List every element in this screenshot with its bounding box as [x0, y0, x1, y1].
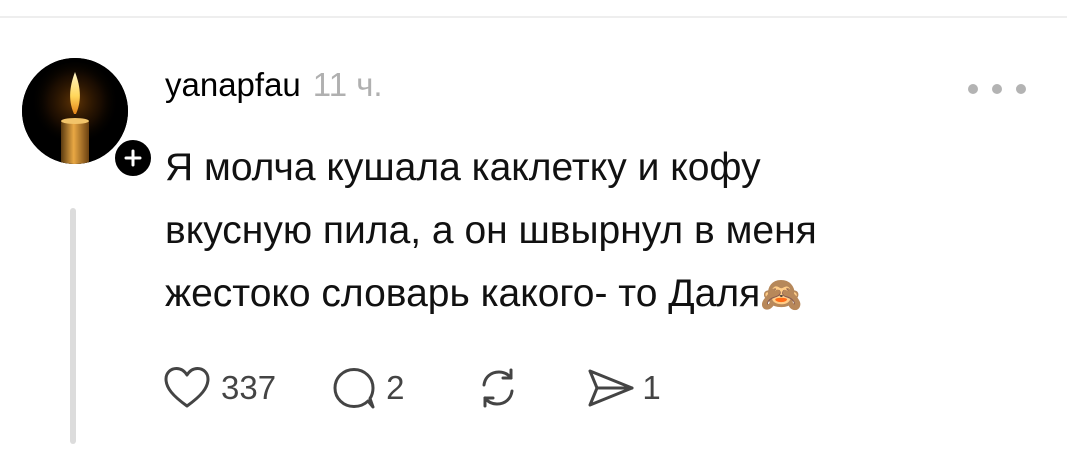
- post-timestamp: 11 ч.: [312, 66, 383, 103]
- post-text-line: вкусную пила, а он швырнул в меня: [165, 209, 817, 252]
- post-text-line: Я молча кушала каклетку и кофу: [165, 146, 761, 189]
- post-actions: 337 2 1: [163, 364, 661, 412]
- avatar-container: [22, 58, 154, 179]
- more-dots-icon: [992, 84, 1002, 94]
- top-divider: [0, 16, 1067, 18]
- post-header: yanapfau 11 ч.: [165, 66, 383, 110]
- follow-button[interactable]: [112, 137, 154, 179]
- more-options-button[interactable]: [968, 78, 1026, 100]
- reply-button[interactable]: 2: [330, 364, 404, 412]
- plus-icon: [124, 149, 142, 167]
- speech-bubble-icon: [333, 368, 375, 409]
- post-text: Я молча кушала каклетку и кофу вкусную п…: [165, 136, 985, 327]
- like-count: 337: [221, 369, 277, 406]
- repost-arrows-icon: [482, 368, 514, 408]
- like-button[interactable]: 337: [163, 366, 276, 410]
- send-arrow-icon: [588, 369, 634, 407]
- share-count: 1: [642, 369, 661, 406]
- repost-button[interactable]: [474, 364, 522, 412]
- share-button[interactable]: 1: [584, 366, 661, 410]
- candle-avatar-image: [22, 58, 128, 164]
- avatar[interactable]: [22, 58, 128, 164]
- thread-line: [70, 208, 76, 444]
- heart-icon: [164, 367, 210, 408]
- username-link[interactable]: yanapfau: [165, 66, 301, 104]
- more-dots-icon: [968, 84, 978, 94]
- post-text-line: жестоко словарь какого- то Даля🙈: [165, 272, 803, 315]
- reply-count: 2: [386, 369, 405, 406]
- see-no-evil-monkey-icon: 🙈: [760, 275, 803, 315]
- more-dots-icon: [1016, 84, 1026, 94]
